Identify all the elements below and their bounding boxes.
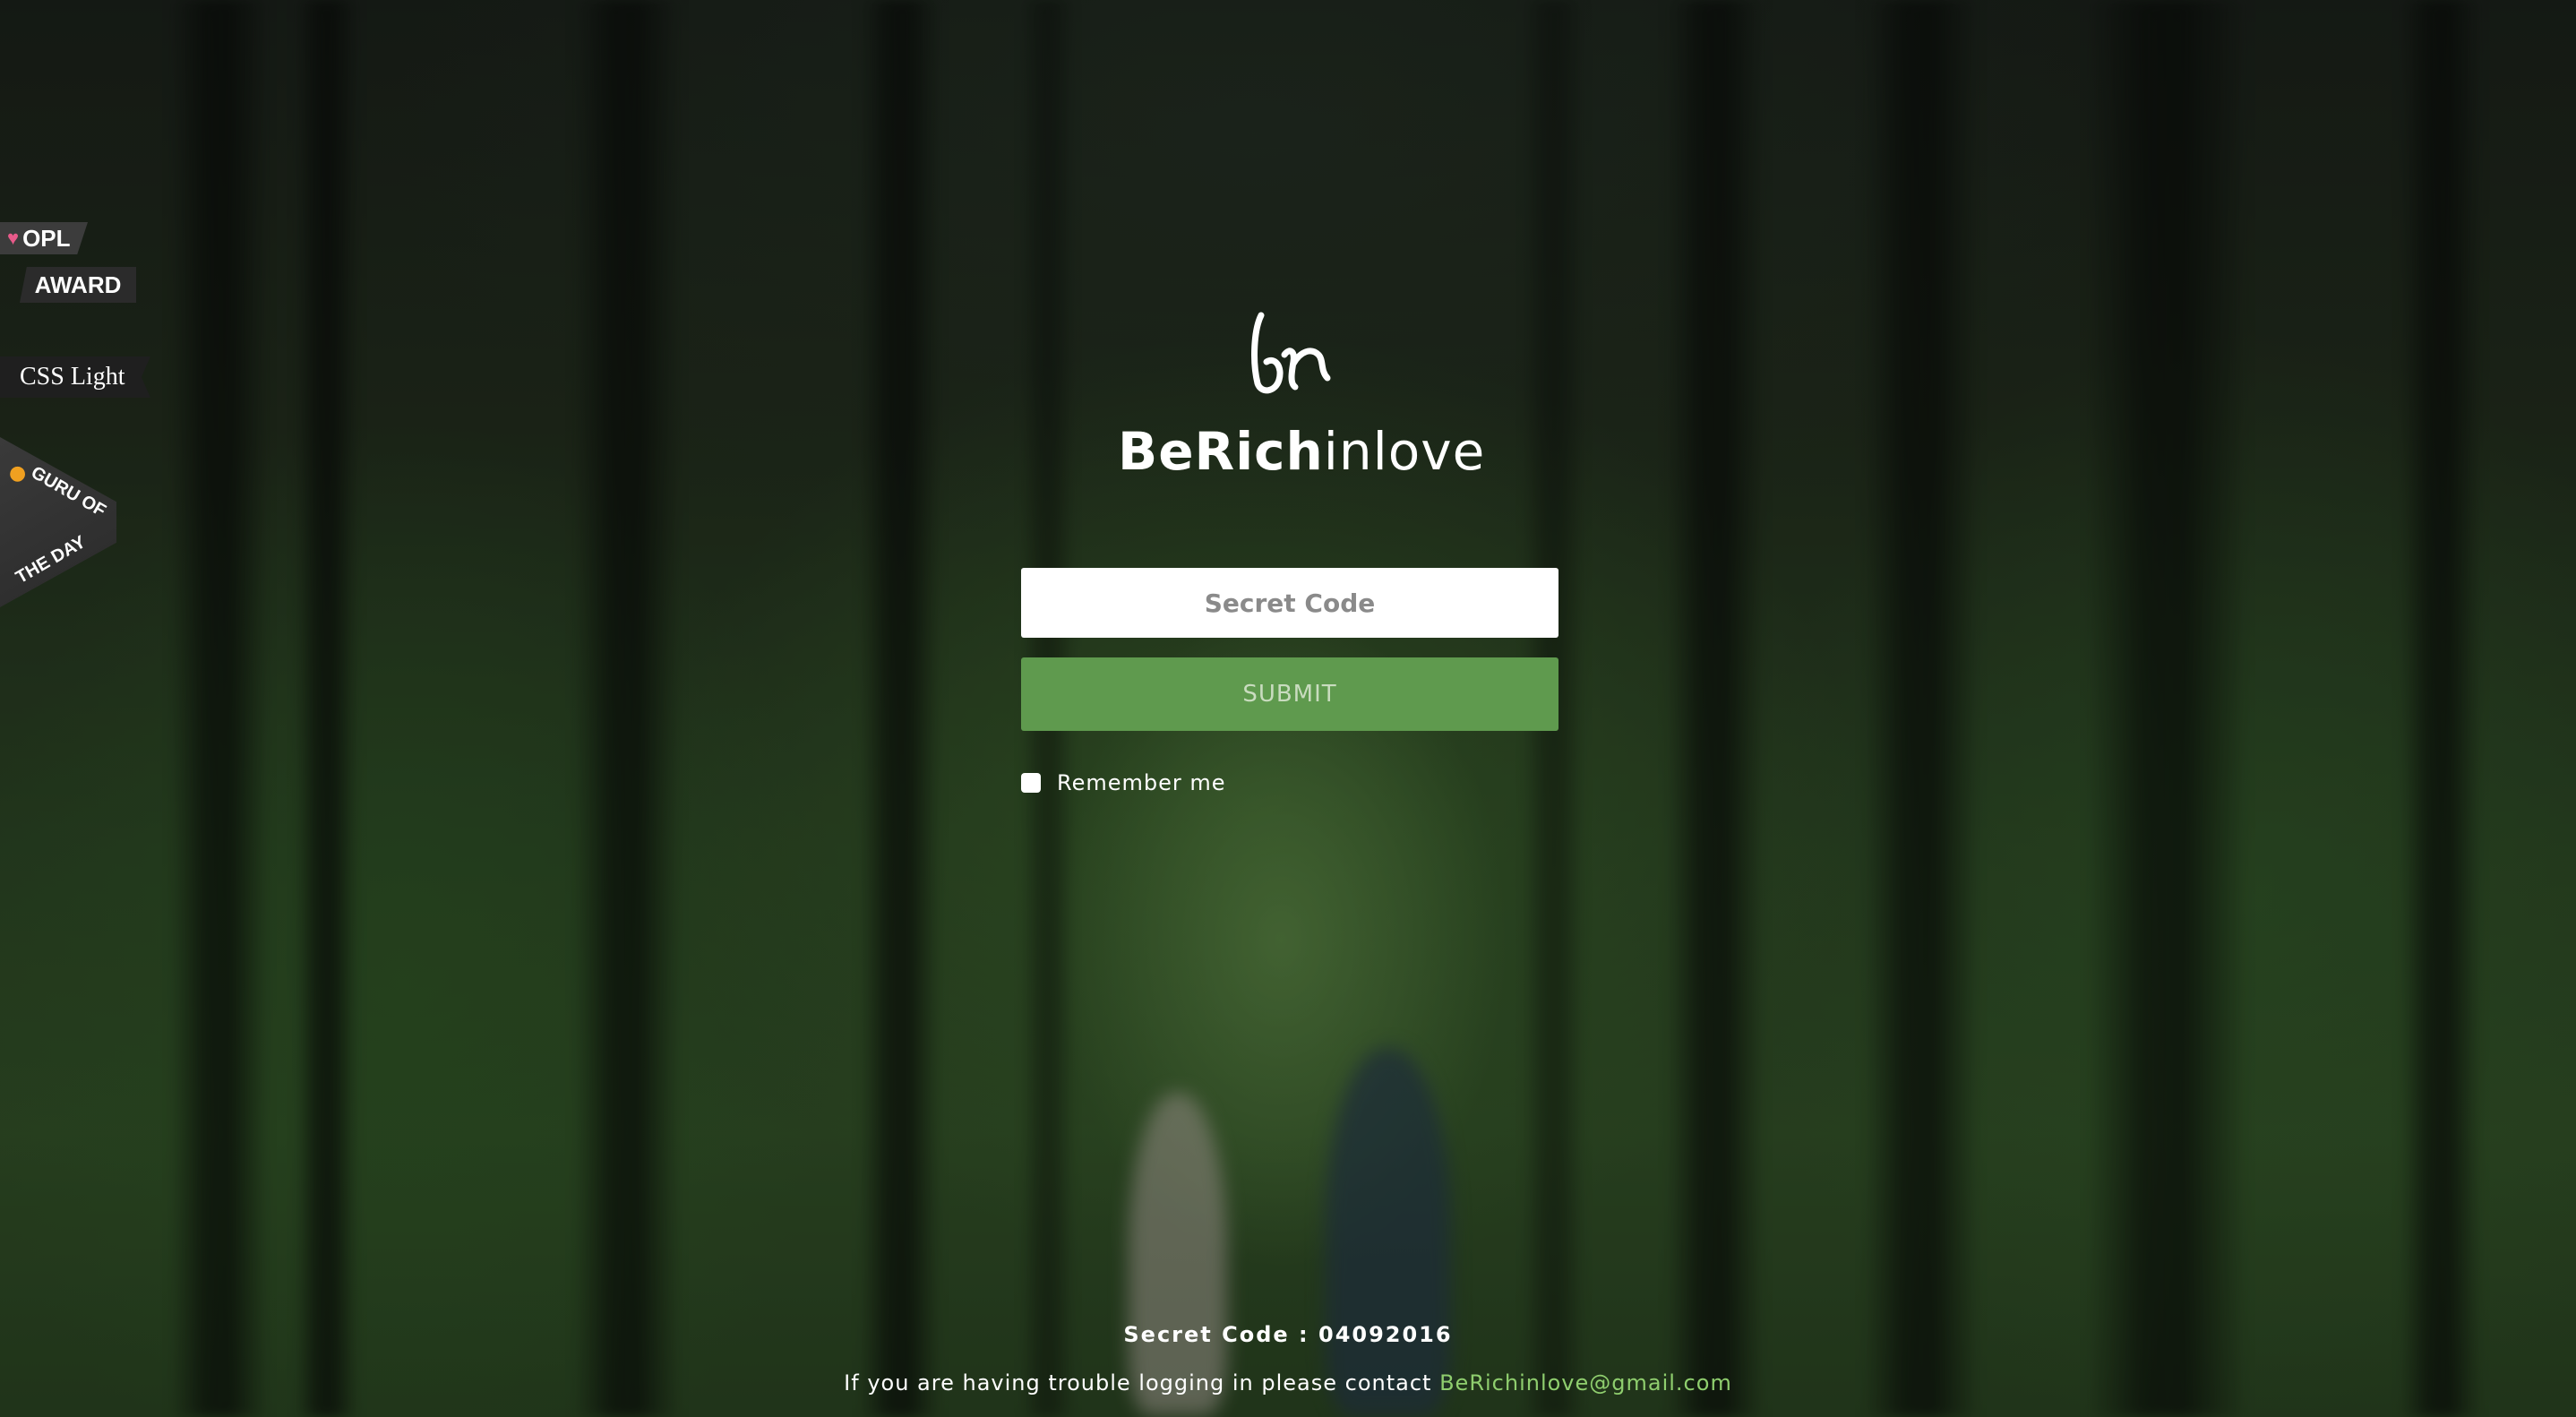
brand-name-bold: BeRich — [1118, 421, 1324, 482]
award-ribbon[interactable]: AWARD — [20, 267, 136, 303]
remember-me-label: Remember me — [1057, 770, 1226, 795]
opl-award-badge[interactable]: ♥ OPL — [0, 222, 88, 254]
br-monogram-icon — [1251, 312, 1331, 394]
opl-label: OPL — [22, 224, 71, 252]
css-light-badge[interactable]: CSS Light — [0, 356, 150, 398]
contact-prefix: If you are having trouble logging in ple… — [844, 1370, 1440, 1396]
css-light-label: CSS Light — [20, 363, 125, 391]
brand-name: BeRichinlove — [1118, 421, 1484, 482]
secret-code-input[interactable] — [1021, 568, 1558, 638]
award-label: AWARD — [34, 271, 122, 298]
secret-code-hint: Secret Code : 04092016 — [1123, 1322, 1453, 1347]
contact-line: If you are having trouble logging in ple… — [0, 1370, 2576, 1396]
contact-email-link[interactable]: BeRichinlove@gmail.com — [1439, 1370, 1732, 1396]
medal-icon: ● — [9, 462, 27, 485]
remember-me-checkbox[interactable] — [1021, 773, 1041, 793]
heart-icon: ♥ — [7, 227, 20, 249]
brand-name-light: inlove — [1323, 421, 1486, 482]
remember-me-row[interactable]: Remember me — [1021, 770, 1226, 795]
submit-button[interactable]: SUBMIT — [1021, 657, 1558, 731]
